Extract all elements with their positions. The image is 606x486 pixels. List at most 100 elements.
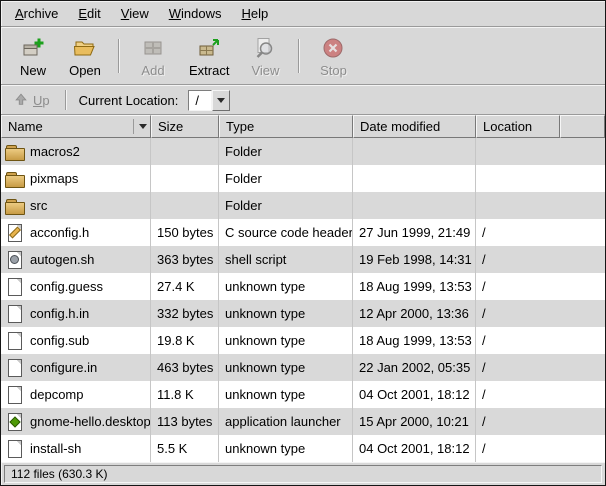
file-size: 113 bytes <box>151 408 219 435</box>
table-row[interactable]: install-sh 5.5 K unknown type 04 Oct 200… <box>1 435 605 462</box>
extract-button[interactable]: Extract <box>179 31 239 81</box>
table-row[interactable]: configure.in 463 bytes unknown type 22 J… <box>1 354 605 381</box>
file-date: 27 Jun 1999, 21:49 <box>353 219 476 246</box>
file-type: unknown type <box>219 381 353 408</box>
file-type: Folder <box>219 138 353 165</box>
location-bar: Up Current Location: / <box>1 85 605 115</box>
status-bar: 112 files (630.3 K) <box>1 462 605 485</box>
table-row[interactable]: depcomp 11.8 K unknown type 04 Oct 2001,… <box>1 381 605 408</box>
add-button[interactable]: Add <box>127 31 179 81</box>
open-button[interactable]: Open <box>59 31 111 81</box>
file-name: src <box>30 198 47 213</box>
file-size <box>151 138 219 165</box>
location-combobox[interactable]: / <box>188 90 230 111</box>
up-arrow-icon <box>14 92 28 109</box>
file-date: 19 Feb 1998, 14:31 <box>353 246 476 273</box>
file-date: 04 Oct 2001, 18:12 <box>353 435 476 462</box>
column-header-size-label: Size <box>158 119 183 134</box>
document-icon <box>5 386 25 403</box>
file-name: pixmaps <box>30 171 78 186</box>
file-size: 27.4 K <box>151 273 219 300</box>
folder-icon <box>5 197 25 214</box>
file-type: unknown type <box>219 273 353 300</box>
file-size: 332 bytes <box>151 300 219 327</box>
open-archive-icon <box>72 35 98 61</box>
column-header-location[interactable]: Location <box>476 115 560 138</box>
menu-bar: Archive Edit View Windows Help <box>1 1 605 27</box>
up-button[interactable]: Up <box>7 90 57 111</box>
column-header-name-label: Name <box>8 119 43 134</box>
location-dropdown-button[interactable] <box>212 90 230 111</box>
chevron-down-icon <box>139 124 147 129</box>
script-icon <box>5 251 25 268</box>
file-location: / <box>476 246 605 273</box>
table-row[interactable]: config.sub 19.8 K unknown type 18 Aug 19… <box>1 327 605 354</box>
extract-icon <box>196 35 222 61</box>
launcher-icon <box>5 413 25 430</box>
new-button-label: New <box>20 63 46 78</box>
file-size: 363 bytes <box>151 246 219 273</box>
column-header-name[interactable]: Name <box>1 115 151 138</box>
new-button[interactable]: New <box>7 31 59 81</box>
file-date <box>353 192 476 219</box>
column-header-date-modified[interactable]: Date modified <box>353 115 476 138</box>
open-button-label: Open <box>69 63 101 78</box>
file-location: / <box>476 273 605 300</box>
folder-icon <box>5 170 25 187</box>
file-size <box>151 165 219 192</box>
file-date: 04 Oct 2001, 18:12 <box>353 381 476 408</box>
stop-icon <box>320 35 346 61</box>
column-header-size[interactable]: Size <box>151 115 219 138</box>
file-date <box>353 165 476 192</box>
file-type: unknown type <box>219 300 353 327</box>
file-type: application launcher <box>219 408 353 435</box>
table-row[interactable]: gnome-hello.desktop 113 bytes applicatio… <box>1 408 605 435</box>
column-header-type-label: Type <box>226 119 254 134</box>
toolbar: New Open Add <box>1 27 605 85</box>
table-row[interactable]: pixmaps Folder <box>1 165 605 192</box>
location-value[interactable]: / <box>188 90 212 111</box>
file-size <box>151 192 219 219</box>
file-type: Folder <box>219 165 353 192</box>
view-button[interactable]: View <box>239 31 291 81</box>
new-archive-icon <box>20 35 46 61</box>
file-type: Folder <box>219 192 353 219</box>
document-icon <box>5 278 25 295</box>
toolbar-separator <box>298 39 300 73</box>
menu-archive[interactable]: Archive <box>5 2 68 25</box>
table-row[interactable]: acconfig.h 150 bytes C source code heade… <box>1 219 605 246</box>
menu-view[interactable]: View <box>111 2 159 25</box>
file-name: depcomp <box>30 387 83 402</box>
table-row[interactable]: src Folder <box>1 192 605 219</box>
file-name: gnome-hello.desktop <box>30 414 151 429</box>
column-header-location-label: Location <box>483 119 532 134</box>
document-icon <box>5 305 25 322</box>
stop-button[interactable]: Stop <box>307 31 359 81</box>
file-type: unknown type <box>219 327 353 354</box>
file-date: 18 Aug 1999, 13:53 <box>353 327 476 354</box>
file-size: 19.8 K <box>151 327 219 354</box>
menu-edit[interactable]: Edit <box>68 2 110 25</box>
sort-indicator[interactable] <box>133 119 147 134</box>
table-row[interactable]: config.h.in 332 bytes unknown type 12 Ap… <box>1 300 605 327</box>
file-name: config.sub <box>30 333 89 348</box>
file-size: 150 bytes <box>151 219 219 246</box>
file-location: / <box>476 354 605 381</box>
file-name: config.h.in <box>30 306 89 321</box>
menu-help[interactable]: Help <box>231 2 278 25</box>
view-file-icon <box>252 35 278 61</box>
menu-windows[interactable]: Windows <box>159 2 232 25</box>
document-icon <box>5 332 25 349</box>
column-header-type[interactable]: Type <box>219 115 353 138</box>
table-row[interactable]: config.guess 27.4 K unknown type 18 Aug … <box>1 273 605 300</box>
current-location-label: Current Location: <box>75 93 183 108</box>
file-type: shell script <box>219 246 353 273</box>
file-location: / <box>476 435 605 462</box>
file-location: / <box>476 408 605 435</box>
table-row[interactable]: macros2 Folder <box>1 138 605 165</box>
table-row[interactable]: autogen.sh 363 bytes shell script 19 Feb… <box>1 246 605 273</box>
toolbar-separator <box>118 39 120 73</box>
folder-icon <box>5 143 25 160</box>
column-header-row: Name Size Type Date modified Location <box>1 115 605 138</box>
file-date: 15 Apr 2000, 10:21 <box>353 408 476 435</box>
